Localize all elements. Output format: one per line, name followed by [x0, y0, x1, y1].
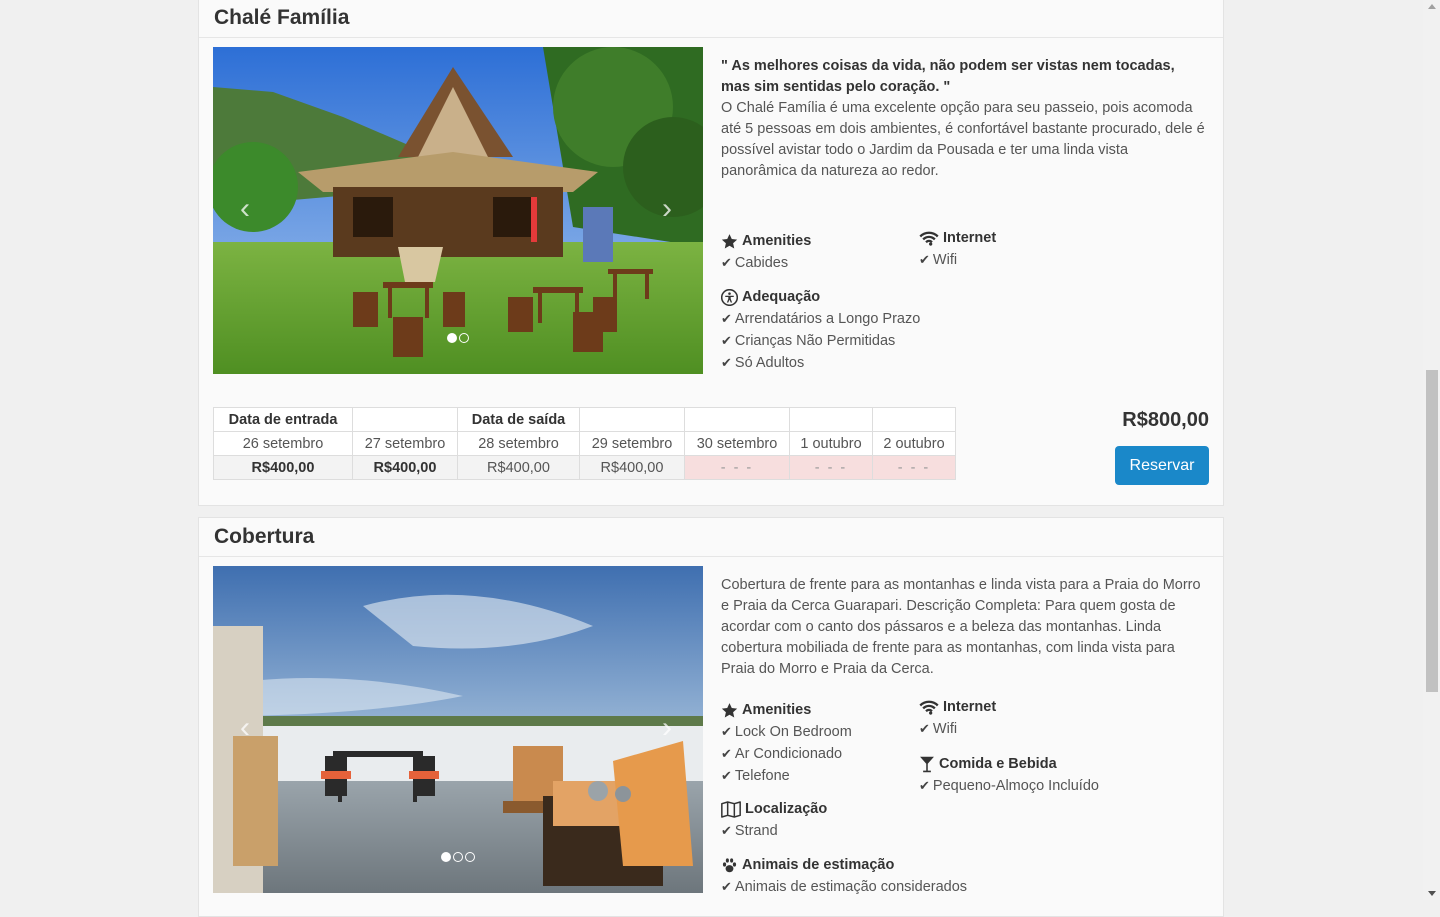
feature-item: Pequeno-Almoço Incluído — [919, 775, 1099, 797]
rooftop-photo — [213, 566, 703, 893]
room-title: Chalé Família — [214, 6, 350, 29]
star-icon — [721, 234, 738, 249]
price-cell: R$400,00 — [213, 455, 353, 480]
price-cell: R$400,00 — [579, 455, 685, 480]
header-cell: Data de saída — [457, 407, 580, 432]
feature-item: Só Adultos — [721, 352, 920, 374]
unavailable-cell: - - - — [789, 455, 873, 480]
feature-title: Localização — [745, 801, 828, 817]
scroll-up-icon[interactable] — [1428, 4, 1436, 9]
unavailable-cell: - - - — [872, 455, 956, 480]
header-cell: Data de entrada — [213, 407, 353, 432]
header-cell — [352, 407, 458, 432]
room-description: Cobertura de frente para as montanhas e … — [721, 575, 1207, 680]
feature-item: Ar Condicionado — [721, 743, 852, 765]
feature-location: Localização Strand — [721, 799, 827, 842]
feature-title: Amenities — [742, 233, 812, 249]
room-title: Cobertura — [214, 525, 315, 548]
header-cell — [684, 407, 790, 432]
room-description-text: O Chalé Família é uma excelente opção pa… — [721, 100, 1205, 179]
wifi-icon — [919, 231, 939, 246]
reserve-button[interactable]: Reservar — [1115, 446, 1209, 485]
feature-item: Lock On Bedroom — [721, 721, 852, 743]
carousel-dot[interactable] — [447, 333, 457, 343]
star-icon — [721, 703, 738, 718]
feature-item: Cabides — [721, 252, 811, 274]
date-cell[interactable]: 28 setembro — [457, 431, 580, 456]
scrollbar-thumb[interactable] — [1426, 370, 1438, 692]
photo-carousel[interactable]: ‹ › — [213, 566, 703, 893]
feature-pets: Animais de estimação Animais de estimaçã… — [721, 855, 967, 898]
feature-food: Comida e Bebida Pequeno-Almoço Incluído — [919, 754, 1099, 797]
feature-item: Wifi — [919, 249, 996, 271]
cocktail-icon — [920, 756, 934, 773]
feature-item: Telefone — [721, 765, 852, 787]
price-cell: R$400,00 — [457, 455, 580, 480]
carousel-prev-icon[interactable]: ‹ — [235, 713, 255, 743]
feature-internet: Internet Wifi — [919, 697, 996, 740]
price-cell: R$400,00 — [352, 455, 458, 480]
total-price: R$800,00 — [1122, 409, 1209, 431]
carousel-dot[interactable] — [441, 852, 451, 862]
carousel-next-icon[interactable]: › — [657, 194, 677, 224]
feature-item: Crianças Não Permitidas — [721, 330, 920, 352]
feature-title: Comida e Bebida — [939, 756, 1057, 772]
feature-title: Internet — [943, 699, 997, 715]
feature-amenities: Amenities Lock On Bedroom Ar Condicionad… — [721, 700, 852, 787]
header-cell — [579, 407, 685, 432]
paw-icon — [722, 858, 737, 873]
date-cell[interactable]: 1 outubro — [789, 431, 873, 456]
date-cell[interactable]: 27 setembro — [352, 431, 458, 456]
scroll-down-icon[interactable] — [1428, 891, 1436, 896]
availability-table: Data de entrada Data de saída 26 setembr… — [213, 407, 956, 480]
feature-item: Wifi — [919, 718, 996, 740]
date-cell[interactable]: 30 setembro — [684, 431, 790, 456]
feature-amenities: Amenities Cabides — [721, 231, 811, 274]
feature-internet: Internet Wifi — [919, 228, 996, 271]
room-description: " As melhores coisas da vida, não podem … — [721, 56, 1207, 182]
date-cell[interactable]: 29 setembro — [579, 431, 685, 456]
feature-item: Arrendatários a Longo Prazo — [721, 308, 920, 330]
room-card-chale-familia: Chalé Família ‹ › " As melhores coisas d… — [198, 0, 1224, 506]
carousel-dot[interactable] — [465, 852, 475, 862]
room-card-cobertura: Cobertura ‹ › Cobertura de frente para a… — [198, 517, 1224, 917]
date-cell[interactable]: 26 setembro — [213, 431, 353, 456]
photo-carousel[interactable]: ‹ › — [213, 47, 703, 374]
map-icon — [721, 801, 741, 818]
title-divider — [199, 556, 1223, 557]
carousel-prev-icon[interactable]: ‹ — [235, 194, 255, 224]
header-cell — [872, 407, 956, 432]
feature-item: Strand — [721, 820, 827, 842]
feature-title: Internet — [943, 230, 997, 246]
carousel-indicators — [213, 852, 703, 862]
feature-suitability: Adequação Arrendatários a Longo Prazo Cr… — [721, 287, 920, 374]
date-cell[interactable]: 2 outubro — [872, 431, 956, 456]
carousel-dot[interactable] — [459, 333, 469, 343]
wifi-icon — [919, 700, 939, 715]
feature-title: Animais de estimação — [742, 857, 895, 873]
chalet-photo — [213, 47, 703, 374]
feature-item: Animais de estimação considerados — [721, 876, 967, 898]
carousel-indicators — [213, 333, 703, 343]
carousel-dot[interactable] — [453, 852, 463, 862]
header-cell — [789, 407, 873, 432]
unavailable-cell: - - - — [684, 455, 790, 480]
accessibility-icon — [721, 289, 738, 306]
feature-title: Adequação — [742, 289, 821, 305]
room-description-text: Cobertura de frente para as montanhas e … — [721, 577, 1201, 677]
title-divider — [199, 37, 1223, 38]
feature-title: Amenities — [742, 702, 812, 718]
carousel-next-icon[interactable]: › — [657, 713, 677, 743]
room-quote: " As melhores coisas da vida, não podem … — [721, 58, 1175, 95]
page-scrollbar[interactable] — [1423, 0, 1440, 900]
